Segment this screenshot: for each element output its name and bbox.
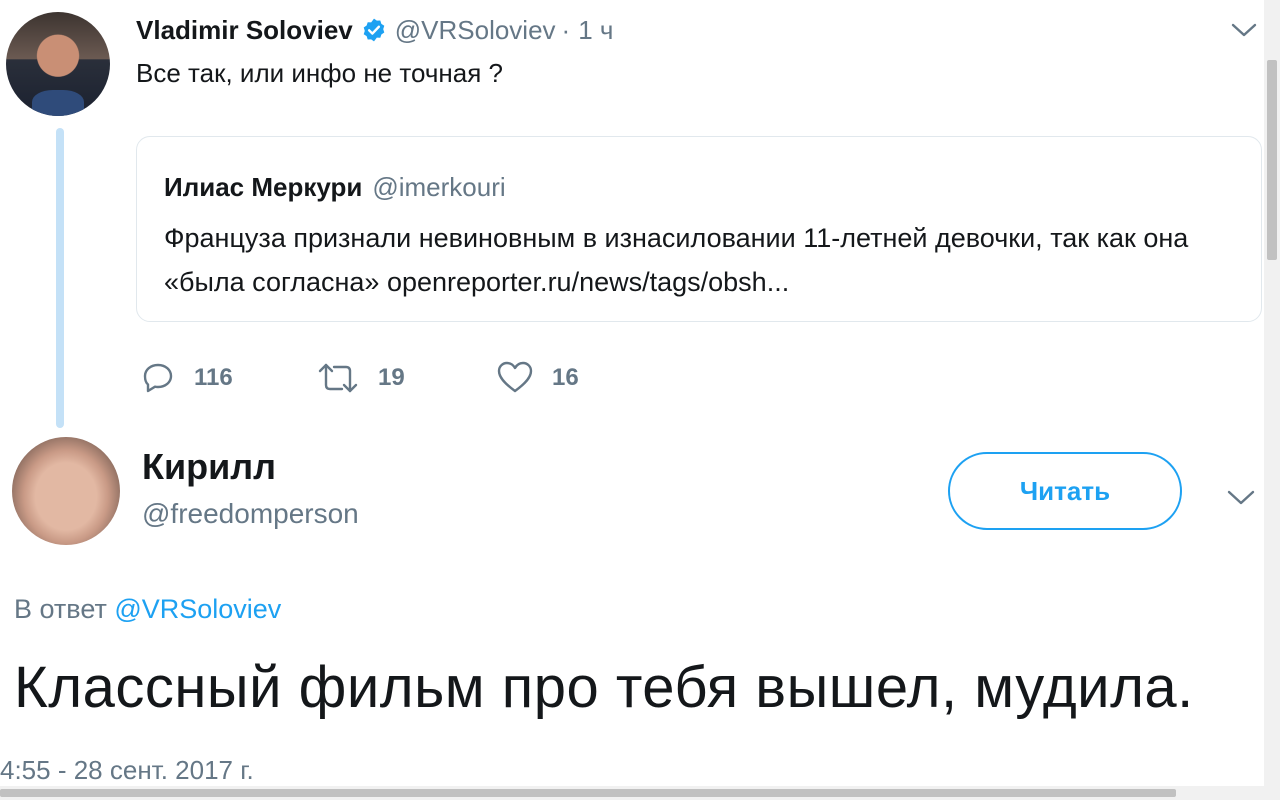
- follow-button[interactable]: Читать: [948, 452, 1182, 530]
- replying-to-mention[interactable]: @VRSoloviev: [114, 594, 281, 624]
- tweet-text: Все так, или инфо не точная ?: [136, 58, 503, 88]
- chevron-down-icon[interactable]: [1230, 20, 1258, 40]
- like-count: 16: [552, 364, 579, 391]
- horizontal-scrollbar-thumb[interactable]: [0, 789, 1176, 797]
- quoted-tweet-header: Илиас Меркури @imerkouri: [164, 172, 506, 203]
- reply-author-avatar[interactable]: [12, 437, 120, 545]
- chevron-down-icon[interactable]: [1226, 486, 1256, 508]
- author-avatar[interactable]: [6, 12, 110, 116]
- tweet-header: Vladimir Soloviev @VRSoloviev · 1 ч: [136, 12, 613, 48]
- reply-text: Классный фильм про тебя вышел, мудила.: [14, 655, 1194, 720]
- reply-count: 116: [194, 364, 233, 391]
- like-icon: [497, 361, 533, 393]
- verified-badge-icon: [363, 18, 385, 42]
- vertical-scrollbar-thumb[interactable]: [1267, 60, 1277, 260]
- reply-action[interactable]: 116: [140, 356, 233, 400]
- reply-author-handle[interactable]: @freedomperson: [142, 498, 359, 530]
- retweet-count: 19: [378, 364, 405, 391]
- reply-timestamp[interactable]: 4:55 - 28 сент. 2017 г.: [0, 755, 254, 786]
- thread-connector-line: [56, 128, 64, 428]
- replying-to-prefix: В ответ: [14, 594, 115, 624]
- reply-author-name[interactable]: Кирилл: [142, 446, 276, 488]
- header-separator: ·: [561, 14, 571, 45]
- quoted-tweet-text: Француза признали невиновным в изнасилов…: [164, 223, 1189, 297]
- like-action[interactable]: 16: [496, 356, 579, 400]
- replying-to: В ответ @VRSoloviev: [14, 594, 281, 625]
- author-handle[interactable]: @VRSoloviev: [395, 15, 556, 46]
- retweet-icon: [318, 363, 358, 393]
- reply-icon: [143, 363, 173, 393]
- quoted-author-name: Илиас Меркури: [164, 172, 363, 202]
- author-name[interactable]: Vladimir Soloviev: [136, 15, 353, 46]
- retweet-action[interactable]: 19: [316, 356, 405, 400]
- quoted-author-handle: @imerkouri: [372, 172, 506, 202]
- tweet-time[interactable]: 1 ч: [578, 15, 613, 46]
